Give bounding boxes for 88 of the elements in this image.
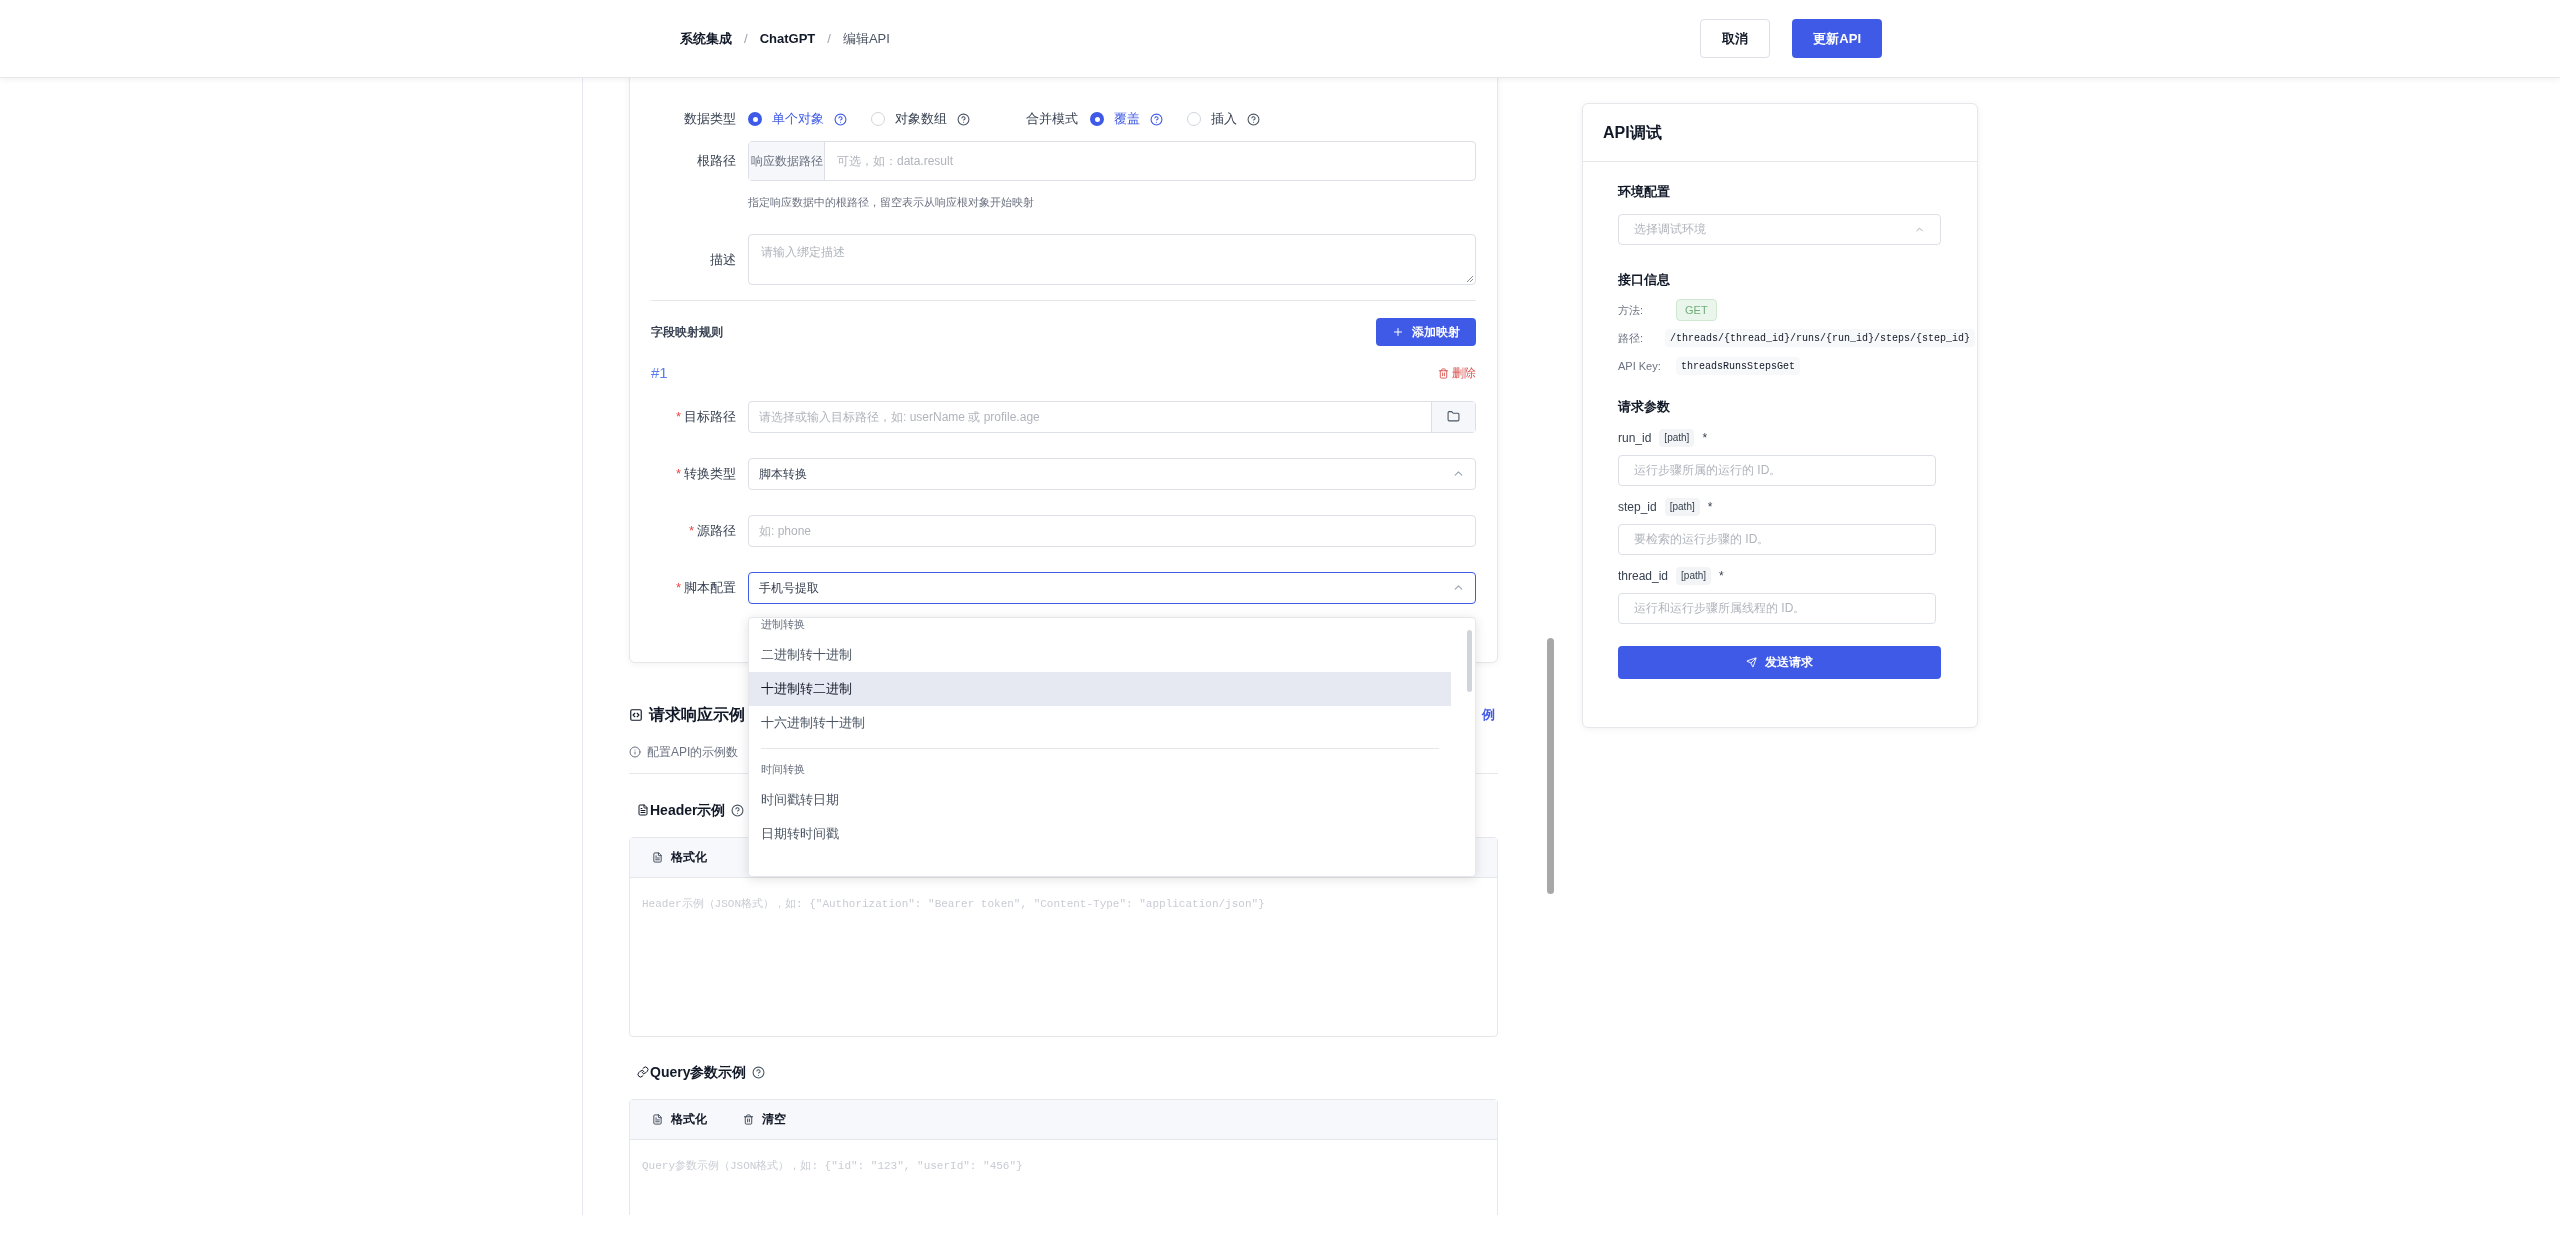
info-label: API Key: <box>1618 358 1662 374</box>
radio-label[interactable]: 插入 <box>1211 109 1237 129</box>
required-mark: * <box>1707 498 1713 516</box>
help-icon <box>1150 112 1163 126</box>
field-label: 根路径 <box>696 152 736 171</box>
param-name: step_id <box>1618 498 1657 516</box>
help-icon <box>957 112 970 126</box>
panel-title: API调试 <box>1603 122 1662 143</box>
section-title: 字段映射规则 <box>651 324 723 341</box>
send-icon <box>1746 656 1757 668</box>
file-icon <box>652 1113 663 1125</box>
root-path-field[interactable]: 响应数据路径 可选，如：data.result <box>748 141 1476 181</box>
breadcrumb-item[interactable]: ChatGPT <box>759 28 816 49</box>
required-mark: * <box>675 407 681 426</box>
field-label: 目标路径 <box>684 407 736 426</box>
field-label: 描述 <box>709 251 736 269</box>
trash-icon <box>743 1113 754 1125</box>
breadcrumb-separator: / <box>744 29 748 48</box>
info-label: 路径: <box>1618 330 1645 346</box>
field-label: 转换类型 <box>684 464 736 483</box>
select-field[interactable]: 脚本转换 <box>748 457 1476 490</box>
field-label: 脚本配置 <box>684 578 736 597</box>
scrollbar-thumb[interactable] <box>1467 629 1472 692</box>
delete-button[interactable]: 删除 <box>1438 364 1476 383</box>
info-label: 方法: <box>1618 302 1645 318</box>
help-icon <box>731 803 745 817</box>
radio-label[interactable]: 对象数组 <box>895 109 947 129</box>
toolbar-button[interactable]: 格式化 <box>652 848 707 866</box>
required-mark: * <box>688 521 694 540</box>
input-addon: 响应数据路径 <box>749 142 825 180</box>
required-mark: * <box>1702 429 1708 447</box>
trash-icon <box>1438 367 1449 379</box>
help-icon <box>834 112 847 126</box>
radio-button[interactable] <box>748 112 762 126</box>
plus-icon <box>1392 326 1404 338</box>
code-value: /threads/{thread_id}/runs/{run_id}/steps/{step_id} <box>1664 329 1975 347</box>
section-title: 请求响应示例 <box>649 704 745 725</box>
update-button[interactable]: 更新API <box>1792 19 1882 58</box>
file-icon <box>652 851 663 863</box>
section-title: 接口信息 <box>1618 270 1671 289</box>
rule-index: #1 <box>651 363 668 383</box>
help-icon <box>752 1065 766 1079</box>
folder-icon <box>1447 410 1460 423</box>
radio-label[interactable]: 单个对象 <box>772 109 824 129</box>
dropdown-option[interactable]: 十进制转二进制 <box>749 671 1451 706</box>
breadcrumb-item[interactable]: 系统集成 <box>680 28 732 49</box>
file-icon <box>637 804 649 816</box>
location-tag: [path] <box>1659 428 1695 447</box>
radio-label[interactable]: 覆盖 <box>1114 109 1140 129</box>
resize-handle-icon[interactable] <box>1466 275 1473 282</box>
location-tag: [path] <box>1676 566 1712 585</box>
required-mark: * <box>1719 567 1724 585</box>
send-request-button[interactable]: 发送请求 <box>1618 645 1941 679</box>
radio-button[interactable] <box>1187 112 1201 126</box>
hint-text: 指定响应数据中的根路径，留空表示从响应根对象开始映射 <box>748 196 1034 208</box>
location-tag: [path] <box>1664 497 1700 516</box>
example-link[interactable]: 例 <box>1482 704 1495 725</box>
breadcrumb-item: 编辑API <box>842 29 890 48</box>
param-name: thread_id <box>1618 567 1669 585</box>
method-badge: GET <box>1676 299 1717 321</box>
param-name: run_id <box>1618 429 1652 447</box>
field-label: 合并模式 <box>1026 110 1078 129</box>
section-title: 请求参数 <box>1618 398 1671 416</box>
link-icon <box>637 1066 649 1078</box>
toolbar-button[interactable]: 清空 <box>743 1110 786 1128</box>
field-label: 数据类型 <box>683 110 736 129</box>
help-icon <box>1247 112 1260 126</box>
info-icon <box>629 745 641 758</box>
code-value: threadsRunsStepsGet <box>1676 357 1801 375</box>
scrollbar-thumb[interactable] <box>1547 638 1554 894</box>
editor-title: Header示例 <box>650 800 726 820</box>
select-field[interactable]: 手机号提取 <box>748 571 1476 604</box>
required-mark: * <box>675 578 681 597</box>
cancel-button[interactable]: 取消 <box>1700 19 1771 58</box>
group-label: 时间转换 <box>760 762 806 778</box>
editor-title: Query参数示例 <box>650 1062 747 1082</box>
add-mapping-button[interactable]: 添加映射 <box>1376 318 1476 346</box>
toolbar-button[interactable]: 格式化 <box>652 1110 707 1128</box>
section-title: 环境配置 <box>1618 183 1671 201</box>
radio-button[interactable] <box>1090 112 1104 126</box>
radio-button[interactable] <box>871 112 885 126</box>
code-window-icon <box>629 707 643 722</box>
group-label: 进制转换 <box>760 617 806 633</box>
browse-button[interactable] <box>1431 401 1475 432</box>
field-label: 源路径 <box>697 521 736 540</box>
required-mark: * <box>675 464 681 483</box>
hint-text: 配置API的示例数 <box>647 743 739 761</box>
breadcrumb-separator: / <box>827 29 831 48</box>
